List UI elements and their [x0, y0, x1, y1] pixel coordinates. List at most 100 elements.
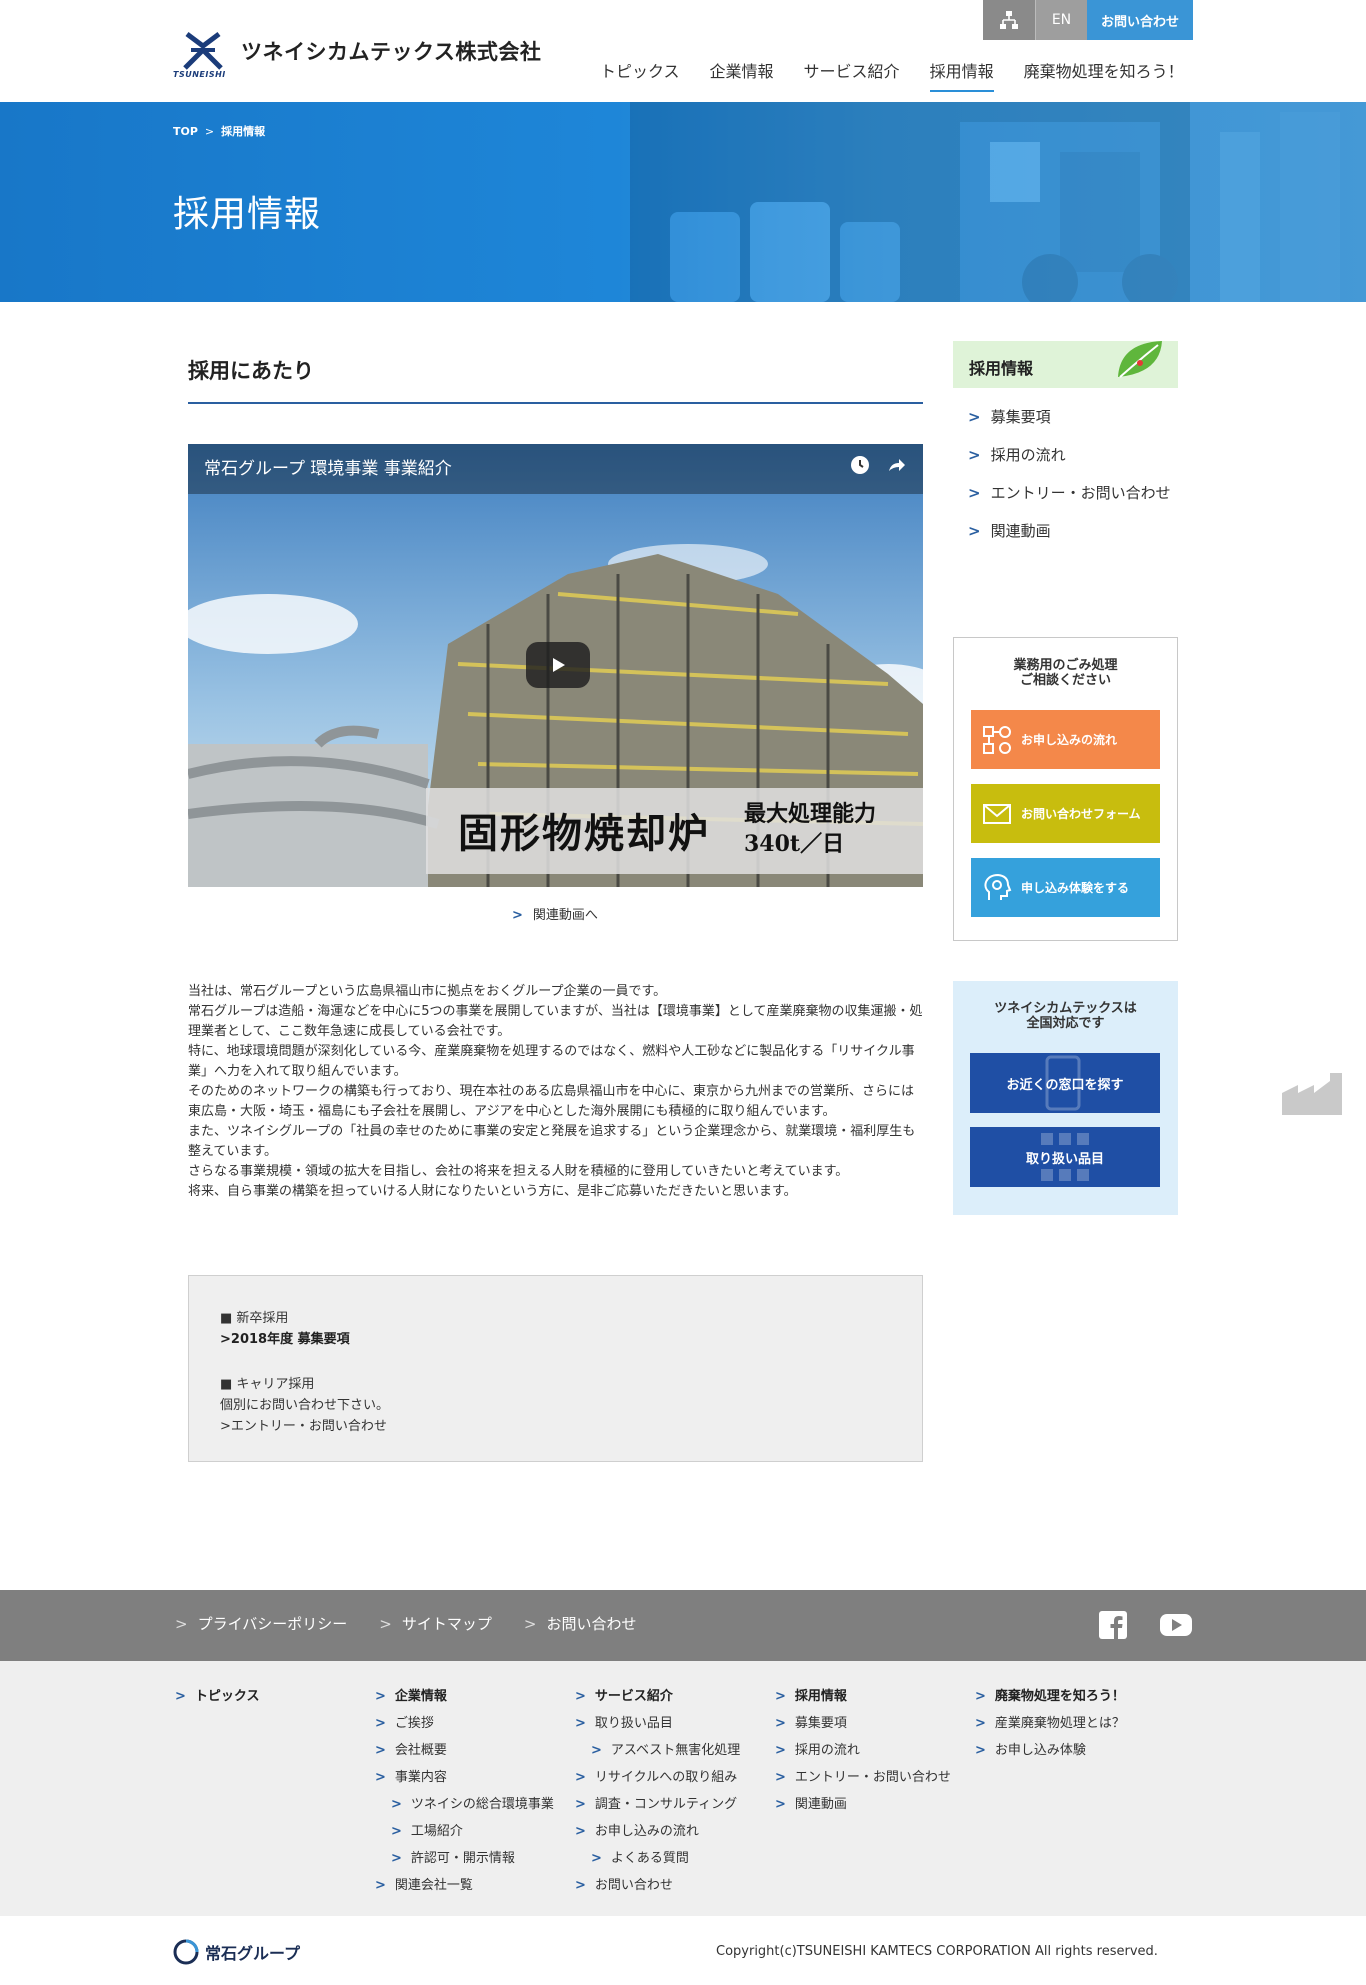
- chevron-right-icon: >: [575, 1878, 586, 1893]
- footer-link[interactable]: > 募集要項: [775, 1710, 951, 1737]
- recruit-info-box: ■ 新卒採用 >2018年度 募集要項 ■ キャリア採用 個別にお問い合わせ下さ…: [188, 1275, 923, 1462]
- footer-column-heading[interactable]: > 企業情報: [375, 1683, 554, 1710]
- footer-link[interactable]: > 関連会社一覧: [375, 1872, 554, 1899]
- company-logo[interactable]: ツネイシカムテックス株式会社: [173, 28, 541, 80]
- footer-contact-link[interactable]: > お問い合わせ: [524, 1613, 637, 1634]
- new-grad-requirements-link[interactable]: >2018年度 募集要項: [220, 1332, 350, 1347]
- footer-link[interactable]: > 工場紹介: [375, 1818, 554, 1845]
- play-button[interactable]: [526, 642, 590, 688]
- nav-recruit[interactable]: 採用情報: [929, 58, 994, 92]
- footer-link[interactable]: > お問い合わせ: [575, 1872, 740, 1899]
- find-office-label: お近くの窓口を探す: [1006, 1077, 1124, 1093]
- sitemap-link[interactable]: > サイトマップ: [379, 1613, 492, 1634]
- chevron-right-icon: >: [968, 522, 981, 540]
- footer-link[interactable]: > 会社概要: [375, 1737, 554, 1764]
- sidebar-item-label: 募集要項: [990, 408, 1051, 426]
- breadcrumb-top[interactable]: TOP: [173, 125, 198, 138]
- chevron-right-icon: >: [775, 1770, 786, 1785]
- section-divider: [188, 402, 923, 404]
- video-caption-capacity-label: 最大処理能力: [744, 801, 877, 827]
- footer-link[interactable]: > 産業廃棄物処理とは？: [975, 1710, 1125, 1737]
- chevron-right-icon: >: [575, 1824, 586, 1839]
- handled-items-label: 取り扱い品目: [1025, 1151, 1104, 1167]
- video-player[interactable]: 常石グループ 環境事業 事業紹介 固形物焼却炉 最大処理能力 340t／日: [188, 444, 923, 887]
- footer-link-label: お申し込み体験: [994, 1743, 1086, 1758]
- footer-link[interactable]: > 採用の流れ: [775, 1737, 951, 1764]
- factory-float-icon[interactable]: [1280, 1067, 1344, 1121]
- chevron-right-icon: >: [175, 1689, 186, 1704]
- sidebar-heading-label: 採用情報: [969, 359, 1034, 378]
- share-icon[interactable]: [885, 454, 907, 476]
- header-contact-button[interactable]: お問い合わせ: [1087, 0, 1193, 40]
- sidebar-item-label: 採用の流れ: [990, 446, 1066, 464]
- career-entry-link[interactable]: >エントリー・お問い合わせ: [220, 1419, 387, 1434]
- footer-link[interactable]: > よくある質問: [575, 1845, 740, 1872]
- chevron-right-icon: >: [375, 1770, 386, 1785]
- group-logo-text: 常石グループ: [205, 1944, 301, 1963]
- footer-column-heading[interactable]: > 廃棄物処理を知ろう！: [975, 1683, 1125, 1710]
- chevron-right-icon: >: [591, 1743, 602, 1758]
- application-flow-button[interactable]: お申し込みの流れ: [971, 710, 1160, 769]
- footer-column-heading[interactable]: > 採用情報: [775, 1683, 951, 1710]
- page-hero: TOP > 採用情報 採用情報: [0, 102, 1366, 302]
- section-title: 採用にあたり: [188, 359, 314, 383]
- intro-paragraph: 当社は、常石グループという広島県福山市に拠点をおくグループ企業の一員です。: [188, 984, 667, 999]
- trial-application-button[interactable]: 申し込み体験をする: [971, 858, 1160, 917]
- video-caption-main: 固形物焼却炉: [458, 810, 710, 857]
- intro-paragraph: 将来、自ら事業の構築を担っていける人財になりたいという方に、是非ご応募いただきた…: [188, 1184, 797, 1199]
- tsuneishi-group-logo[interactable]: 常石グループ: [173, 1939, 300, 1965]
- footer-column-heading[interactable]: > サービス紹介: [575, 1683, 740, 1710]
- career-entry-label: エントリー・お問い合わせ: [230, 1419, 387, 1434]
- nav-topics[interactable]: トピックス: [600, 58, 680, 92]
- footer-link-label: 調査・コンサルティング: [594, 1797, 738, 1812]
- handled-items-button[interactable]: 取り扱い品目: [970, 1127, 1160, 1187]
- chevron-right-icon: >: [375, 1743, 386, 1758]
- footer-link[interactable]: > 取り扱い品目: [575, 1710, 740, 1737]
- nav-learn-waste[interactable]: 廃棄物処理を知ろう！: [1024, 58, 1184, 92]
- footer-link[interactable]: > 関連動画: [775, 1791, 951, 1818]
- footer-link-label: 許認可・開示情報: [410, 1851, 515, 1866]
- youtube-icon[interactable]: [1159, 1610, 1192, 1640]
- video-title: 常石グループ 環境事業 事業紹介: [204, 459, 452, 479]
- nav-services[interactable]: サービス紹介: [804, 58, 900, 92]
- footer-link[interactable]: > アスベスト無害化処理: [575, 1737, 740, 1764]
- facebook-icon[interactable]: [1098, 1610, 1128, 1640]
- footer-link-label: 関連動画: [794, 1797, 847, 1812]
- footer-link[interactable]: > リサイクルへの取り組み: [575, 1764, 740, 1791]
- watch-later-icon[interactable]: [849, 454, 871, 476]
- footer-link-label: 取り扱い品目: [594, 1716, 673, 1731]
- footer-link[interactable]: > お申し込みの流れ: [575, 1818, 740, 1845]
- footer-link-label: 事業内容: [394, 1770, 447, 1785]
- find-office-button[interactable]: お近くの窓口を探す: [970, 1053, 1160, 1113]
- sidebar-item-flow[interactable]: > 採用の流れ: [968, 446, 1178, 465]
- footer-link[interactable]: > 事業内容: [375, 1764, 554, 1791]
- footer-link-label: お問い合わせ: [594, 1878, 673, 1893]
- footer-link-label: 会社概要: [394, 1743, 447, 1758]
- sidebar-item-entry[interactable]: > エントリー・お問い合わせ: [968, 484, 1178, 503]
- privacy-policy-link[interactable]: > プライバシーポリシー: [175, 1613, 347, 1634]
- sidebar-heading: 採用情報: [953, 341, 1178, 388]
- footer-link[interactable]: > エントリー・お問い合わせ: [775, 1764, 951, 1791]
- new-grad-requirements-label: 2018年度 募集要項: [230, 1332, 350, 1347]
- sitemap-label: サイトマップ: [401, 1615, 492, 1633]
- footer-link[interactable]: > ツネイシの総合環境事業: [375, 1791, 554, 1818]
- chevron-right-icon: >: [391, 1851, 402, 1866]
- footer-link[interactable]: > 許認可・開示情報: [375, 1845, 554, 1872]
- footer-column-heading[interactable]: > トピックス: [175, 1683, 260, 1710]
- sidebar-item-requirements[interactable]: > 募集要項: [968, 408, 1178, 427]
- footer-link[interactable]: > ご挨拶: [375, 1710, 554, 1737]
- footer-link[interactable]: > お申し込み体験: [975, 1737, 1125, 1764]
- footer-link-label: 募集要項: [794, 1716, 847, 1731]
- footer-link-label: ご挨拶: [394, 1716, 434, 1731]
- contact-form-button[interactable]: お問い合わせフォーム: [971, 784, 1160, 843]
- nav-company[interactable]: 企業情報: [710, 58, 774, 92]
- footer-column-topics: > トピックス: [175, 1683, 260, 1710]
- english-button[interactable]: EN: [1035, 0, 1087, 40]
- sitemap-button[interactable]: [983, 0, 1035, 40]
- footer-link[interactable]: > 調査・コンサルティング: [575, 1791, 740, 1818]
- nationwide-heading: ツネイシカムテックスは 全国対応です: [953, 1001, 1178, 1031]
- application-flow-label: お申し込みの流れ: [1021, 733, 1118, 747]
- chevron-right-icon: >: [968, 408, 981, 426]
- sidebar-item-videos[interactable]: > 関連動画: [968, 522, 1178, 541]
- related-video-link[interactable]: > 関連動画へ: [512, 904, 598, 923]
